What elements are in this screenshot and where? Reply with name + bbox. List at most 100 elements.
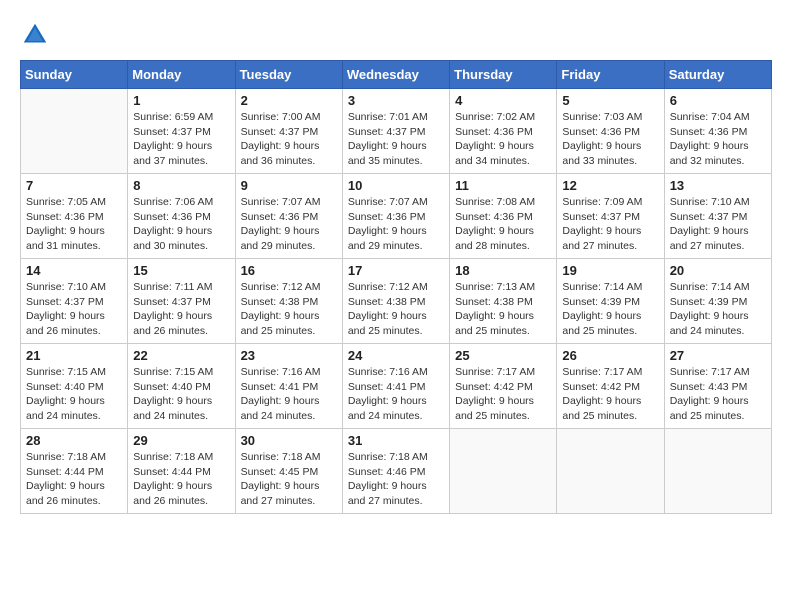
day-info: Sunrise: 7:18 AM Sunset: 4:44 PM Dayligh…	[133, 450, 229, 509]
calendar-cell: 8 Sunrise: 7:06 AM Sunset: 4:36 PM Daylig…	[128, 174, 235, 259]
day-info: Sunrise: 7:10 AM Sunset: 4:37 PM Dayligh…	[26, 280, 122, 339]
day-info: Sunrise: 7:17 AM Sunset: 4:42 PM Dayligh…	[455, 365, 551, 424]
calendar-cell	[450, 429, 557, 514]
calendar-cell: 29 Sunrise: 7:18 AM Sunset: 4:44 PM Dayli…	[128, 429, 235, 514]
calendar-cell: 15 Sunrise: 7:11 AM Sunset: 4:37 PM Dayli…	[128, 259, 235, 344]
day-number: 1	[133, 93, 229, 108]
calendar-cell: 23 Sunrise: 7:16 AM Sunset: 4:41 PM Dayli…	[235, 344, 342, 429]
calendar-cell: 19 Sunrise: 7:14 AM Sunset: 4:39 PM Dayli…	[557, 259, 664, 344]
logo-icon	[20, 20, 50, 50]
calendar-cell: 9Sunrise: 7:07 AM Sunset: 4:36 PM Daylig…	[235, 174, 342, 259]
day-info: Sunrise: 7:18 AM Sunset: 4:45 PM Dayligh…	[241, 450, 337, 509]
calendar-cell: 4 Sunrise: 7:02 AM Sunset: 4:36 PM Daylig…	[450, 89, 557, 174]
calendar-header-tuesday: Tuesday	[235, 61, 342, 89]
day-number: 10	[348, 178, 444, 193]
day-number: 31	[348, 433, 444, 448]
page-header	[20, 20, 772, 50]
day-info: Sunrise: 7:14 AM Sunset: 4:39 PM Dayligh…	[670, 280, 766, 339]
calendar-cell: 28 Sunrise: 7:18 AM Sunset: 4:44 PM Dayli…	[21, 429, 128, 514]
day-info: Sunrise: 7:02 AM Sunset: 4:36 PM Dayligh…	[455, 110, 551, 169]
calendar-cell	[664, 429, 771, 514]
calendar-cell: 20 Sunrise: 7:14 AM Sunset: 4:39 PM Dayli…	[664, 259, 771, 344]
calendar-cell: 1 Sunrise: 6:59 AM Sunset: 4:37 PM Daylig…	[128, 89, 235, 174]
calendar-header-sunday: Sunday	[21, 61, 128, 89]
calendar-header-row: SundayMondayTuesdayWednesdayThursdayFrid…	[21, 61, 772, 89]
week-row-3: 21Sunrise: 7:15 AM Sunset: 4:40 PM Dayli…	[21, 344, 772, 429]
day-info: Sunrise: 7:05 AM Sunset: 4:36 PM Dayligh…	[26, 195, 122, 254]
day-number: 27	[670, 348, 766, 363]
calendar-cell: 11Sunrise: 7:08 AM Sunset: 4:36 PM Dayli…	[450, 174, 557, 259]
calendar-cell	[557, 429, 664, 514]
day-info: Sunrise: 7:13 AM Sunset: 4:38 PM Dayligh…	[455, 280, 551, 339]
day-info: Sunrise: 7:15 AM Sunset: 4:40 PM Dayligh…	[133, 365, 229, 424]
calendar-cell: 26 Sunrise: 7:17 AM Sunset: 4:42 PM Dayli…	[557, 344, 664, 429]
day-number: 22	[133, 348, 229, 363]
day-info: Sunrise: 7:07 AM Sunset: 4:36 PM Dayligh…	[348, 195, 444, 254]
day-info: Sunrise: 7:18 AM Sunset: 4:46 PM Dayligh…	[348, 450, 444, 509]
day-info: Sunrise: 7:18 AM Sunset: 4:44 PM Dayligh…	[26, 450, 122, 509]
calendar-cell: 31 Sunrise: 7:18 AM Sunset: 4:46 PM Dayli…	[342, 429, 449, 514]
day-info: Sunrise: 7:01 AM Sunset: 4:37 PM Dayligh…	[348, 110, 444, 169]
day-number: 14	[26, 263, 122, 278]
day-number: 18	[455, 263, 551, 278]
day-number: 23	[241, 348, 337, 363]
calendar-cell: 2 Sunrise: 7:00 AM Sunset: 4:37 PM Daylig…	[235, 89, 342, 174]
calendar-cell: 13 Sunrise: 7:10 AM Sunset: 4:37 PM Dayli…	[664, 174, 771, 259]
day-info: Sunrise: 7:04 AM Sunset: 4:36 PM Dayligh…	[670, 110, 766, 169]
calendar-cell: 12Sunrise: 7:09 AM Sunset: 4:37 PM Dayli…	[557, 174, 664, 259]
calendar-cell: 5 Sunrise: 7:03 AM Sunset: 4:36 PM Daylig…	[557, 89, 664, 174]
calendar-cell: 17Sunrise: 7:12 AM Sunset: 4:38 PM Dayli…	[342, 259, 449, 344]
calendar-cell: 25 Sunrise: 7:17 AM Sunset: 4:42 PM Dayli…	[450, 344, 557, 429]
day-number: 6	[670, 93, 766, 108]
day-info: Sunrise: 7:15 AM Sunset: 4:40 PM Dayligh…	[26, 365, 122, 424]
calendar-cell: 6 Sunrise: 7:04 AM Sunset: 4:36 PM Daylig…	[664, 89, 771, 174]
week-row-1: 7 Sunrise: 7:05 AM Sunset: 4:36 PM Daylig…	[21, 174, 772, 259]
calendar-cell: 18 Sunrise: 7:13 AM Sunset: 4:38 PM Dayli…	[450, 259, 557, 344]
day-info: Sunrise: 7:06 AM Sunset: 4:36 PM Dayligh…	[133, 195, 229, 254]
calendar-cell: 7 Sunrise: 7:05 AM Sunset: 4:36 PM Daylig…	[21, 174, 128, 259]
day-number: 8	[133, 178, 229, 193]
day-number: 19	[562, 263, 658, 278]
day-info: Sunrise: 7:11 AM Sunset: 4:37 PM Dayligh…	[133, 280, 229, 339]
day-number: 13	[670, 178, 766, 193]
calendar-cell: 24 Sunrise: 7:16 AM Sunset: 4:41 PM Dayli…	[342, 344, 449, 429]
day-number: 30	[241, 433, 337, 448]
calendar-cell: 14 Sunrise: 7:10 AM Sunset: 4:37 PM Dayli…	[21, 259, 128, 344]
day-number: 7	[26, 178, 122, 193]
day-number: 2	[241, 93, 337, 108]
calendar-header-saturday: Saturday	[664, 61, 771, 89]
calendar-cell: 3 Sunrise: 7:01 AM Sunset: 4:37 PM Daylig…	[342, 89, 449, 174]
day-info: Sunrise: 6:59 AM Sunset: 4:37 PM Dayligh…	[133, 110, 229, 169]
day-info: Sunrise: 7:03 AM Sunset: 4:36 PM Dayligh…	[562, 110, 658, 169]
day-number: 26	[562, 348, 658, 363]
day-info: Sunrise: 7:10 AM Sunset: 4:37 PM Dayligh…	[670, 195, 766, 254]
day-number: 4	[455, 93, 551, 108]
day-number: 5	[562, 93, 658, 108]
day-info: Sunrise: 7:07 AM Sunset: 4:36 PM Dayligh…	[241, 195, 337, 254]
day-number: 15	[133, 263, 229, 278]
day-number: 25	[455, 348, 551, 363]
day-info: Sunrise: 7:09 AM Sunset: 4:37 PM Dayligh…	[562, 195, 658, 254]
week-row-4: 28 Sunrise: 7:18 AM Sunset: 4:44 PM Dayli…	[21, 429, 772, 514]
day-info: Sunrise: 7:16 AM Sunset: 4:41 PM Dayligh…	[348, 365, 444, 424]
calendar-cell: 27Sunrise: 7:17 AM Sunset: 4:43 PM Dayli…	[664, 344, 771, 429]
calendar-cell	[21, 89, 128, 174]
day-number: 29	[133, 433, 229, 448]
day-info: Sunrise: 7:17 AM Sunset: 4:42 PM Dayligh…	[562, 365, 658, 424]
calendar-cell: 30 Sunrise: 7:18 AM Sunset: 4:45 PM Dayli…	[235, 429, 342, 514]
day-number: 11	[455, 178, 551, 193]
week-row-2: 14 Sunrise: 7:10 AM Sunset: 4:37 PM Dayli…	[21, 259, 772, 344]
day-number: 24	[348, 348, 444, 363]
day-number: 3	[348, 93, 444, 108]
calendar-table: SundayMondayTuesdayWednesdayThursdayFrid…	[20, 60, 772, 514]
calendar-header-thursday: Thursday	[450, 61, 557, 89]
calendar-cell: 22 Sunrise: 7:15 AM Sunset: 4:40 PM Dayli…	[128, 344, 235, 429]
day-info: Sunrise: 7:14 AM Sunset: 4:39 PM Dayligh…	[562, 280, 658, 339]
day-number: 20	[670, 263, 766, 278]
calendar-header-monday: Monday	[128, 61, 235, 89]
day-number: 28	[26, 433, 122, 448]
day-info: Sunrise: 7:16 AM Sunset: 4:41 PM Dayligh…	[241, 365, 337, 424]
calendar-header-friday: Friday	[557, 61, 664, 89]
calendar-header-wednesday: Wednesday	[342, 61, 449, 89]
day-info: Sunrise: 7:00 AM Sunset: 4:37 PM Dayligh…	[241, 110, 337, 169]
